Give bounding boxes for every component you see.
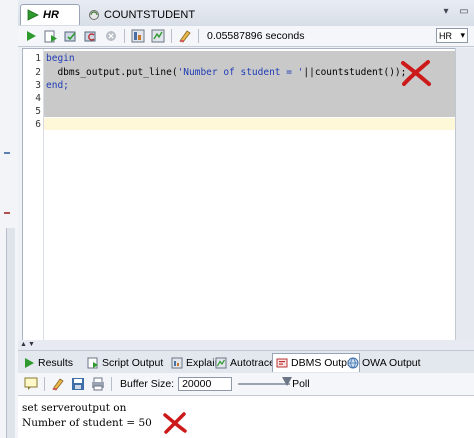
line-number: 3 [35, 80, 41, 91]
save-icon[interactable] [71, 377, 85, 391]
collapse-up-icon[interactable]: ▲ [20, 341, 27, 348]
output-line: Number of student = 50 [22, 417, 152, 429]
tab-label: COUNTSTUDENT [104, 8, 196, 21]
red-x-mark-icon [401, 60, 431, 86]
buffer-size-label: Buffer Size: [120, 378, 175, 390]
poll-slider[interactable] [238, 377, 293, 391]
worksheet-panel: HR COUNTSTUDENT ▾ ▭ 0.05587896 seconds H… [18, 0, 474, 438]
explain-icon [171, 357, 183, 369]
window-controls: ▾ ▭ [440, 6, 470, 18]
sql-tuning-icon[interactable] [131, 29, 145, 43]
autotrace-icon [215, 357, 227, 369]
line-number: 6 [35, 119, 41, 130]
enable-output-icon[interactable] [24, 377, 38, 391]
navigator-scrollbar[interactable] [6, 228, 15, 438]
tab-countstudent[interactable]: COUNTSTUDENT [82, 4, 202, 25]
line-number: 2 [35, 67, 41, 78]
owa-output-icon [347, 357, 359, 369]
current-line-highlight [44, 118, 455, 130]
tab-hr-worksheet[interactable]: HR [20, 4, 80, 25]
print-icon[interactable] [91, 377, 105, 391]
tree-marker [4, 152, 10, 154]
tree-marker [4, 212, 10, 214]
code-text: dbms_output.put_line( [46, 67, 178, 78]
clear-output-icon[interactable] [51, 377, 65, 391]
tab-label: OWA Output [362, 356, 421, 369]
clear-icon[interactable] [178, 29, 192, 43]
navigator-panel-edge [0, 0, 19, 438]
tab-label: Autotrace [230, 356, 275, 369]
line-number: 5 [35, 106, 41, 117]
output-tab-bar: Results Script Output Explain Autotrace … [18, 351, 474, 374]
toolbar-separator [111, 377, 112, 391]
maximize-icon[interactable]: ▭ [458, 6, 470, 18]
dbms-output-icon [276, 357, 288, 369]
rollback-icon[interactable] [84, 29, 98, 43]
script-output-icon [87, 357, 99, 369]
tab-owa-output[interactable]: OWA Output [344, 353, 424, 372]
code-line-1: begin [46, 53, 75, 64]
toolbar-separator [198, 29, 199, 43]
toolbar-separator [44, 377, 45, 391]
tab-label: Results [38, 356, 74, 369]
line-number: 4 [35, 93, 41, 104]
cancel-icon[interactable] [104, 29, 118, 43]
sql-editor[interactable]: 1 2 3 4 5 6 begin dbms_output.put_line('… [22, 48, 456, 342]
autotrace-icon[interactable] [151, 29, 165, 43]
sql-worksheet-icon [27, 9, 39, 21]
red-x-mark-icon [163, 412, 187, 434]
string-literal: 'Number of student = ' [177, 67, 304, 78]
tab-script-output[interactable]: Script Output [84, 353, 166, 372]
code-text: ||countstudent()); [303, 67, 407, 78]
line-number-gutter: 1 2 3 4 5 6 [23, 49, 44, 341]
commit-icon[interactable] [64, 29, 78, 43]
results-icon [23, 357, 35, 369]
worksheet-toolbar: 0.05587896 seconds HR ▾ [18, 26, 474, 47]
toolbar-separator [124, 29, 125, 43]
toolbar-separator [171, 29, 172, 43]
output-line: set serveroutput on [22, 402, 127, 414]
run-statement-icon[interactable] [24, 29, 38, 43]
poll-label: Poll [292, 378, 310, 390]
code-area[interactable]: begin dbms_output.put_line('Number of st… [44, 49, 455, 341]
elapsed-time: 0.05587896 seconds [207, 30, 305, 42]
code-line-3: end; [46, 80, 69, 91]
tab-autotrace[interactable]: Autotrace [212, 353, 278, 372]
line-number: 1 [35, 53, 41, 64]
buffer-size-input[interactable] [178, 377, 233, 391]
document-tab-bar: HR COUNTSTUDENT ▾ ▭ [18, 0, 474, 27]
panel-splitter[interactable]: ▲ ▼ [18, 340, 474, 351]
chevron-down-icon: ▾ [460, 30, 465, 40]
tab-list-icon[interactable]: ▾ [440, 6, 452, 18]
run-script-icon[interactable] [44, 29, 58, 43]
selected-code-block [44, 51, 455, 117]
slider-thumb[interactable] [282, 377, 293, 386]
editor-vertical-scrollbar[interactable] [455, 48, 474, 340]
dbms-output-toolbar: Buffer Size: Poll [18, 373, 474, 396]
tab-results[interactable]: Results [20, 353, 76, 372]
connection-value: HR [439, 30, 452, 41]
code-line-2: dbms_output.put_line('Number of student … [46, 67, 406, 78]
connection-select[interactable]: HR ▾ [436, 28, 468, 43]
collapse-down-icon[interactable]: ▼ [28, 341, 35, 348]
tab-label: Script Output [102, 356, 164, 369]
procedure-icon [88, 9, 100, 21]
tab-label: HR [43, 9, 59, 21]
dbms-output-text[interactable]: set serveroutput on Number of student = … [18, 396, 474, 438]
